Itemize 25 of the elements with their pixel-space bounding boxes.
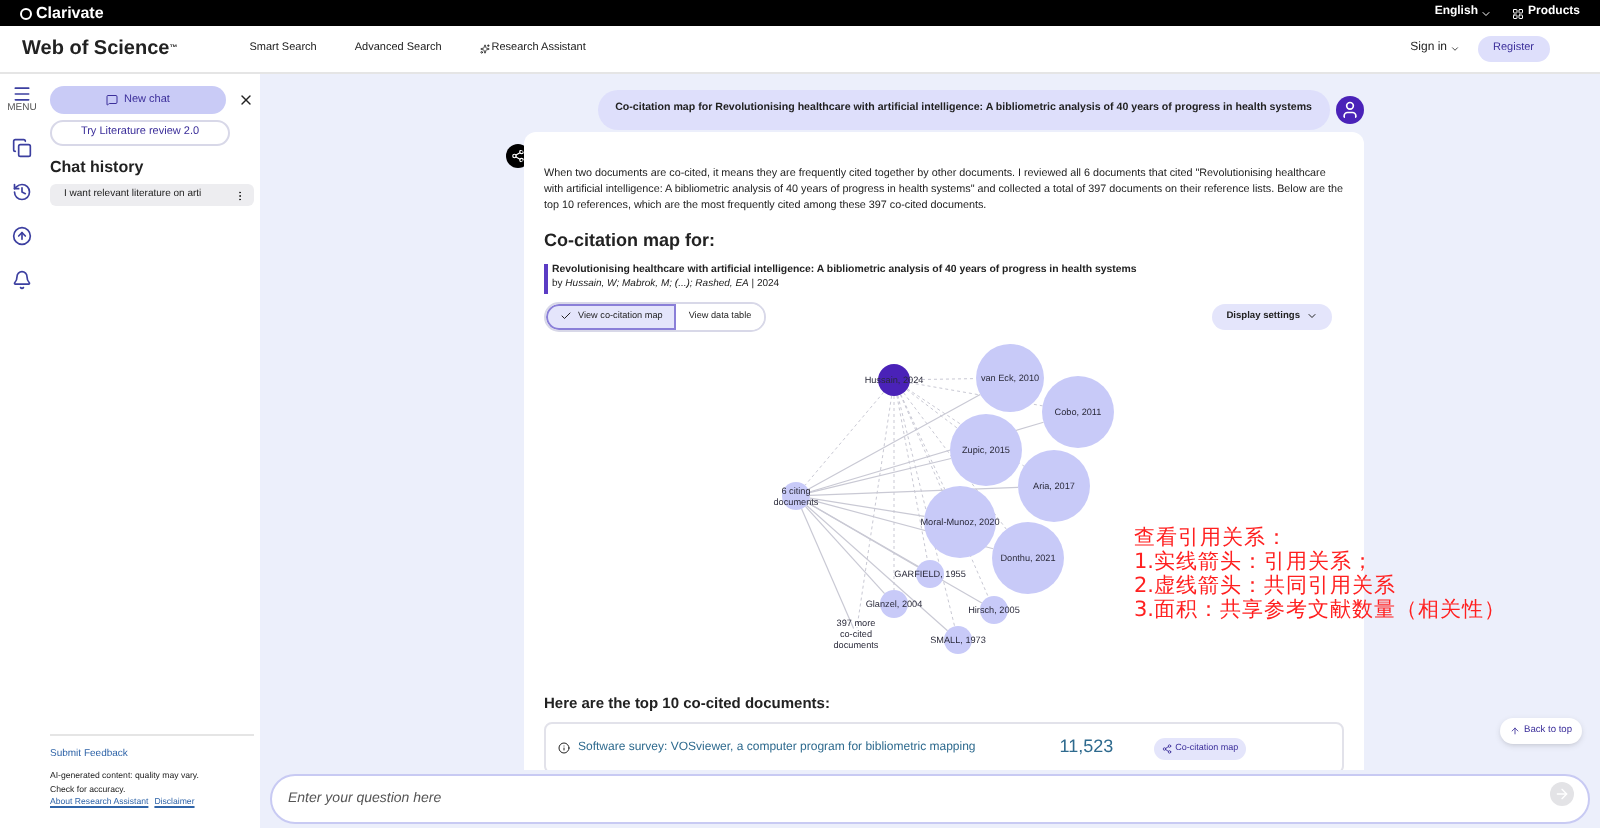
menu-icon[interactable] <box>11 84 32 104</box>
annotation-line: 3.面积：共享参考文献数量（相关性） <box>1134 598 1507 622</box>
notification-icon[interactable] <box>12 270 32 290</box>
annotation-line: 1.实线箭头：引用关系； <box>1134 550 1377 574</box>
documents-icon[interactable] <box>12 138 32 158</box>
info-icon[interactable] <box>558 742 570 755</box>
sparkle-icon <box>479 44 490 54</box>
close-icon[interactable] <box>238 92 254 108</box>
chevron-down-icon <box>1479 7 1492 19</box>
upload-icon[interactable] <box>12 226 32 246</box>
grid-icon <box>1511 7 1524 19</box>
check-icon <box>560 310 572 323</box>
citation-count: 11,523 <box>1059 734 1114 761</box>
avatar-icon <box>1336 96 1364 124</box>
chevron-down-icon <box>1306 310 1318 323</box>
arrow-up-icon <box>1510 726 1520 736</box>
history-icon[interactable] <box>12 182 32 202</box>
network-icon <box>1161 743 1172 754</box>
chat-history-title: Chat history <box>50 156 146 180</box>
annotation-line: 2.虚线箭头：共同引用关系 <box>1134 574 1399 598</box>
chat-bubble-icon <box>106 94 119 106</box>
clarivate-logo[interactable]: Clarivate <box>20 1 104 25</box>
map-heading: Co-citation map for: <box>544 228 717 254</box>
chevron-down-icon <box>1449 44 1460 54</box>
annotation-line: 查看引用关系： <box>1134 526 1290 550</box>
